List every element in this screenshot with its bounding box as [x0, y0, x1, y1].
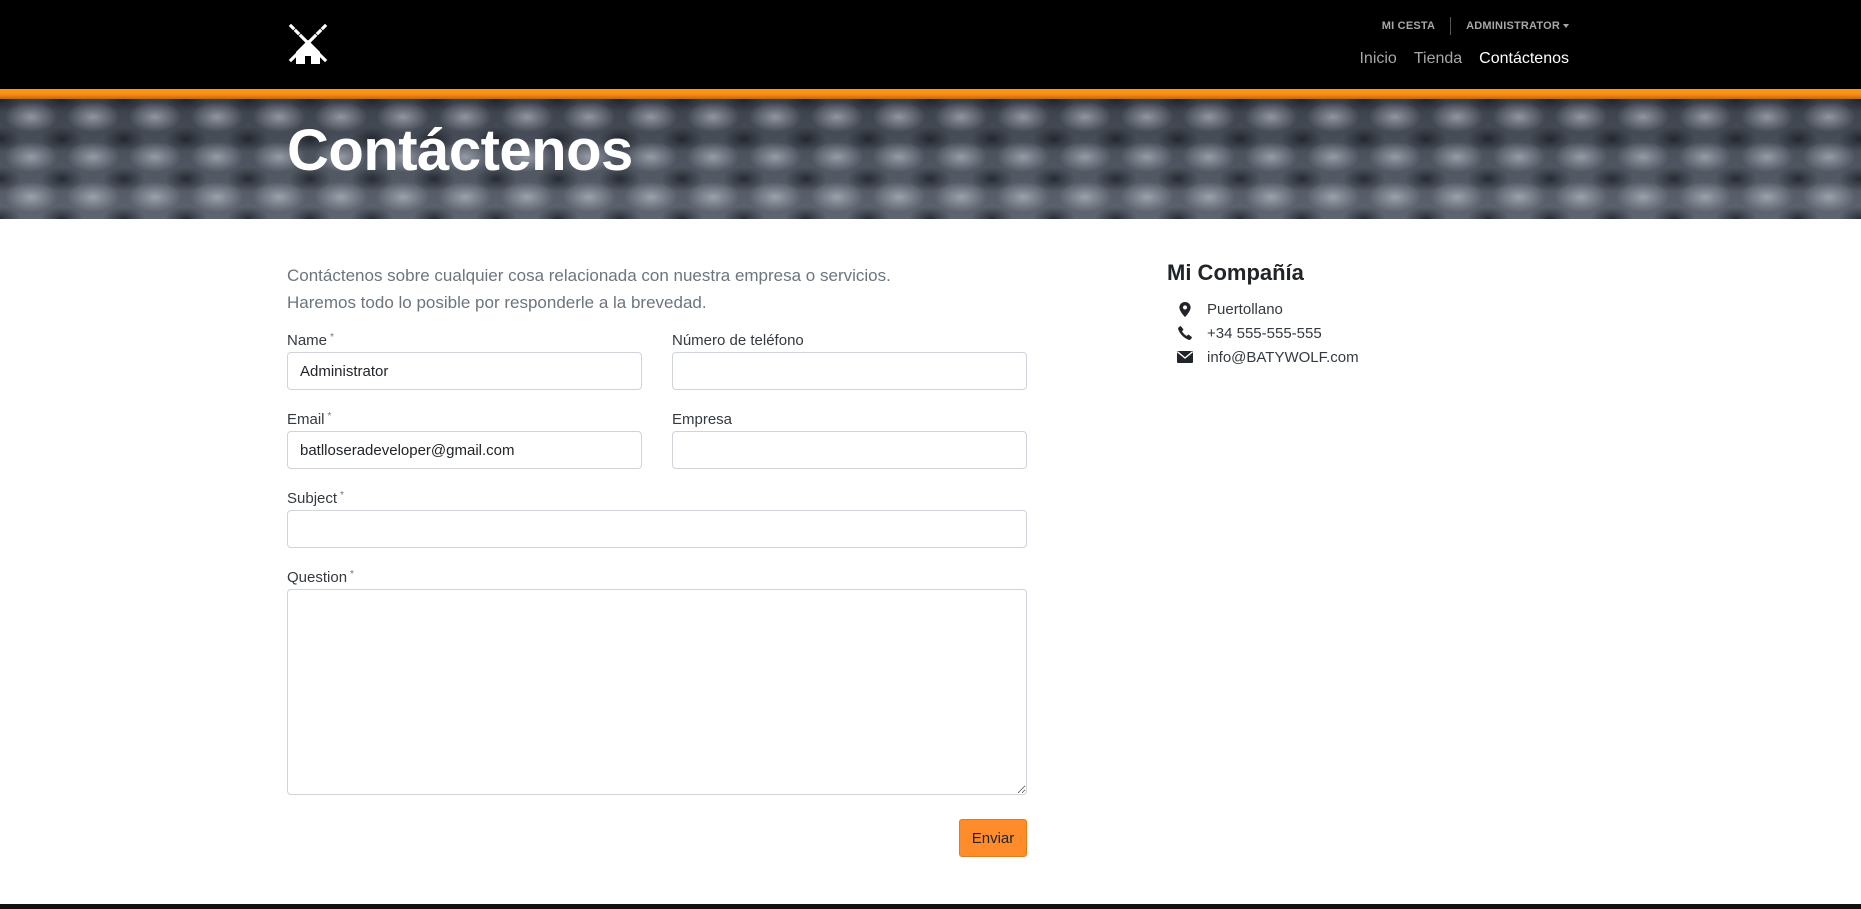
name-field-group: Name *: [287, 332, 642, 390]
intro-line-1: Contáctenos sobre cualquier cosa relacio…: [287, 266, 891, 285]
name-label: Name *: [287, 332, 334, 349]
user-menu-dropdown[interactable]: ADMINISTRATOR: [1466, 20, 1569, 32]
windmill-icon[interactable]: [287, 22, 329, 66]
company-info: Mi Compañía Puertollano +34 555-555-555 …: [1167, 260, 1359, 369]
submit-button[interactable]: Enviar: [959, 819, 1027, 857]
header-accent-bar: [0, 89, 1861, 99]
company-input[interactable]: [672, 431, 1027, 469]
intro-text: Contáctenos sobre cualquier cosa relacio…: [287, 262, 1007, 316]
nav-item-inicio[interactable]: Inicio: [1359, 50, 1396, 68]
main-nav: Inicio Tienda Contáctenos: [1359, 50, 1569, 68]
email-label: Email *: [287, 411, 332, 428]
company-label: Empresa: [672, 411, 733, 428]
subject-input[interactable]: [287, 510, 1027, 548]
question-label: Question *: [287, 569, 354, 586]
utility-nav: MI CESTA ADMINISTRATOR: [1382, 17, 1569, 35]
phone-field-group: Número de teléfono: [672, 332, 1027, 390]
name-input[interactable]: [287, 352, 642, 390]
subject-label: Subject *: [287, 490, 344, 507]
footer-edge: [0, 904, 1861, 909]
nav-divider: [1450, 17, 1452, 35]
required-marker: *: [340, 490, 344, 501]
page-title: Contáctenos: [287, 118, 633, 183]
company-address: Puertollano: [1207, 300, 1283, 318]
cart-link[interactable]: MI CESTA: [1382, 20, 1435, 32]
company-title: Mi Compañía: [1167, 260, 1304, 285]
map-marker-icon: [1177, 301, 1193, 317]
question-field-group: Question *: [287, 569, 1027, 800]
user-menu-label: ADMINISTRATOR: [1466, 20, 1560, 32]
company-email-item: info@BATYWOLF.com: [1177, 345, 1359, 369]
page-banner: Contáctenos: [0, 99, 1861, 219]
company-details-list: Puertollano +34 555-555-555 info@BATYWOL…: [1167, 297, 1359, 369]
email-input[interactable]: [287, 431, 642, 469]
required-marker: *: [330, 332, 334, 343]
phone-label: Número de teléfono: [672, 332, 804, 349]
company-phone: +34 555-555-555: [1207, 324, 1322, 342]
nav-item-tienda[interactable]: Tienda: [1414, 50, 1462, 68]
required-marker: *: [350, 569, 354, 580]
company-email[interactable]: info@BATYWOLF.com: [1207, 349, 1359, 366]
email-field-group: Email *: [287, 411, 642, 469]
subject-field-group: Subject *: [287, 490, 1027, 548]
company-address-item: Puertollano: [1177, 297, 1359, 321]
company-phone-item: +34 555-555-555: [1177, 321, 1359, 345]
intro-line-2: Haremos todo lo posible por responderle …: [287, 293, 707, 312]
question-textarea[interactable]: [287, 589, 1027, 795]
phone-input[interactable]: [672, 352, 1027, 390]
required-marker: *: [327, 411, 332, 422]
nav-item-contactenos[interactable]: Contáctenos: [1479, 50, 1569, 68]
top-navbar: MI CESTA ADMINISTRATOR Inicio Tienda Con…: [0, 0, 1861, 99]
envelope-icon: [1177, 349, 1193, 365]
phone-icon: [1177, 325, 1193, 341]
caret-down-icon: [1563, 24, 1569, 29]
company-field-group: Empresa: [672, 411, 1027, 469]
